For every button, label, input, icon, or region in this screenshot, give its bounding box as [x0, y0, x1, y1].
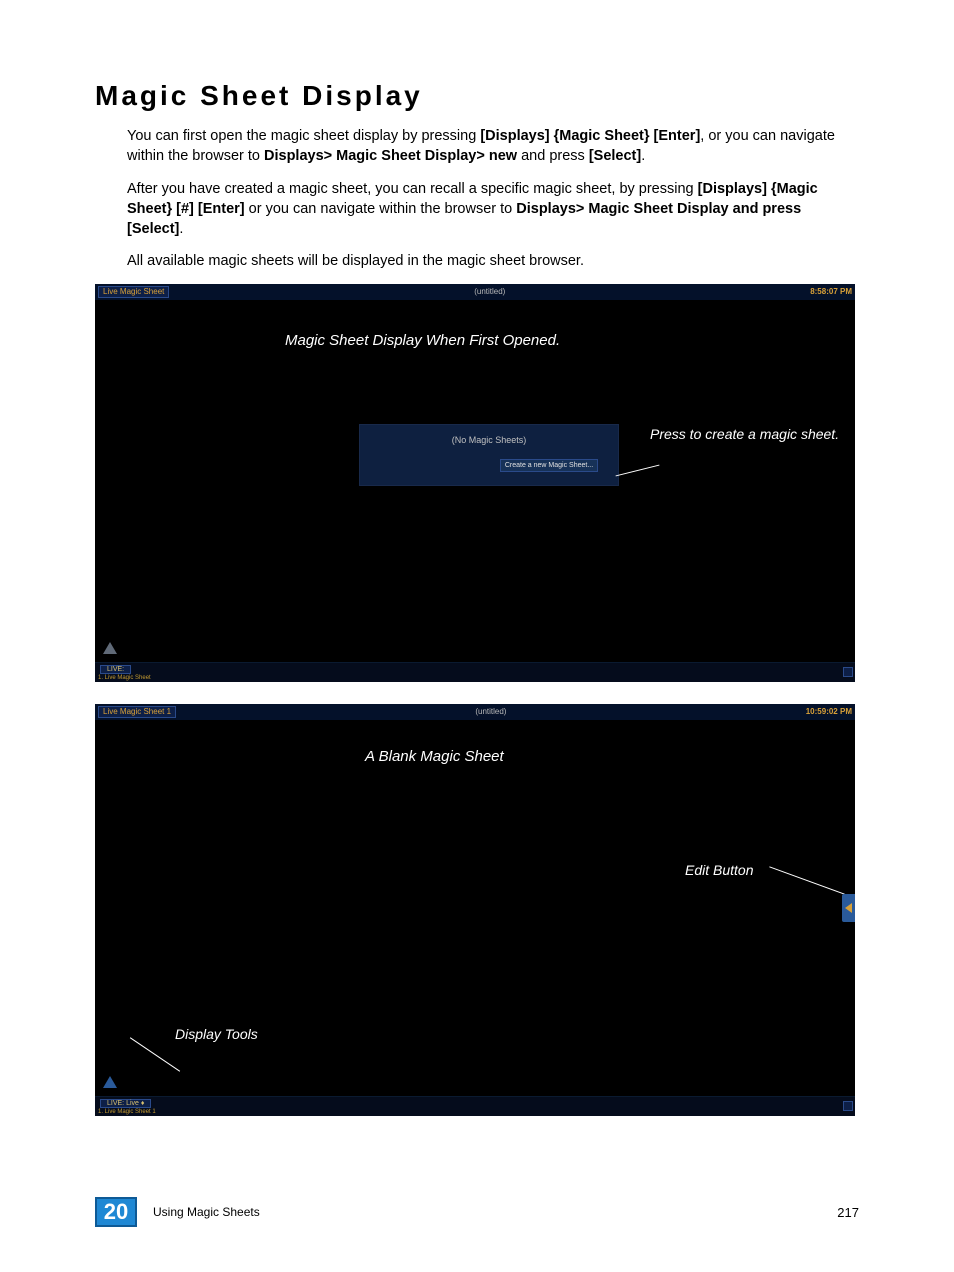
- ss1-dialog: (No Magic Sheets) Create a new Magic She…: [359, 424, 619, 486]
- ss2-subline: 1. Live Magic Sheet 1: [98, 1109, 156, 1115]
- screenshot-first-opened: Live Magic Sheet (untitled) 8:58:07 PM M…: [95, 284, 855, 682]
- ss2-edit-annotation: Edit Button: [685, 862, 754, 878]
- ss1-dialog-text: (No Magic Sheets): [360, 435, 618, 445]
- ss1-live-tab: LIVE:: [100, 665, 131, 674]
- chapter-badge: 20: [95, 1197, 137, 1227]
- footer-title: Using Magic Sheets: [153, 1205, 260, 1219]
- paragraph-3: All available magic sheets will be displ…: [127, 251, 859, 271]
- p2-e: .: [179, 221, 183, 237]
- ss1-caption: Magic Sheet Display When First Opened.: [285, 332, 560, 349]
- ss2-tab: Live Magic Sheet 1: [98, 706, 176, 718]
- ss2-tools-annotation: Display Tools: [175, 1026, 258, 1042]
- display-tools-button[interactable]: [103, 1076, 117, 1088]
- ss2-tools-line: [130, 1037, 180, 1071]
- ss1-titlebar: Live Magic Sheet (untitled) 8:58:07 PM: [95, 284, 855, 300]
- ss1-time: 8:58:07 PM: [810, 287, 852, 296]
- ss1-corner-icon: [843, 667, 853, 677]
- ss2-bottombar: LIVE: Live ♦ 1. Live Magic Sheet 1: [95, 1096, 855, 1116]
- paragraph-1: You can first open the magic sheet displ…: [127, 126, 859, 167]
- p1-d: Displays> Magic Sheet Display> new: [264, 148, 517, 164]
- footer-left: 20 Using Magic Sheets: [95, 1197, 260, 1227]
- page-number: 217: [837, 1205, 859, 1220]
- page-heading: Magic Sheet Display: [95, 80, 859, 112]
- p1-e: and press: [517, 148, 589, 164]
- ss1-subline: 1. Live Magic Sheet: [98, 675, 151, 681]
- ss1-tab: Live Magic Sheet: [98, 286, 169, 298]
- ss1-display-tools-icon[interactable]: [103, 642, 117, 654]
- ss2-edit-line: [769, 866, 845, 894]
- ss1-bottombar: LIVE: 1. Live Magic Sheet: [95, 662, 855, 682]
- paragraph-2: After you have created a magic sheet, yo…: [127, 179, 859, 240]
- p1-f: [Select]: [589, 148, 641, 164]
- p2-a: After you have created a magic sheet, yo…: [127, 181, 698, 197]
- ss2-corner-icon: [843, 1101, 853, 1111]
- ss2-titlebar: Live Magic Sheet 1 (untitled) 10:59:02 P…: [95, 704, 855, 720]
- ss2-live-tab: LIVE: Live ♦: [100, 1099, 151, 1108]
- p1-a: You can first open the magic sheet displ…: [127, 128, 480, 144]
- ss1-title: (untitled): [474, 287, 505, 296]
- ss2-time: 10:59:02 PM: [806, 707, 852, 716]
- page-footer: 20 Using Magic Sheets 217: [95, 1197, 859, 1227]
- create-magic-sheet-button[interactable]: Create a new Magic Sheet...: [500, 459, 598, 472]
- screenshot-blank-sheet: Live Magic Sheet 1 (untitled) 10:59:02 P…: [95, 704, 855, 1116]
- ss2-caption: A Blank Magic Sheet: [365, 748, 504, 765]
- ss2-title: (untitled): [475, 707, 506, 716]
- ss1-callout-line: [616, 464, 660, 476]
- edit-button[interactable]: [842, 894, 855, 922]
- ss1-press-annotation: Press to create a magic sheet.: [650, 426, 839, 443]
- p2-c: or you can navigate within the browser t…: [245, 201, 517, 217]
- p1-b: [Displays] {Magic Sheet} [Enter]: [480, 128, 700, 144]
- p1-g: .: [641, 148, 645, 164]
